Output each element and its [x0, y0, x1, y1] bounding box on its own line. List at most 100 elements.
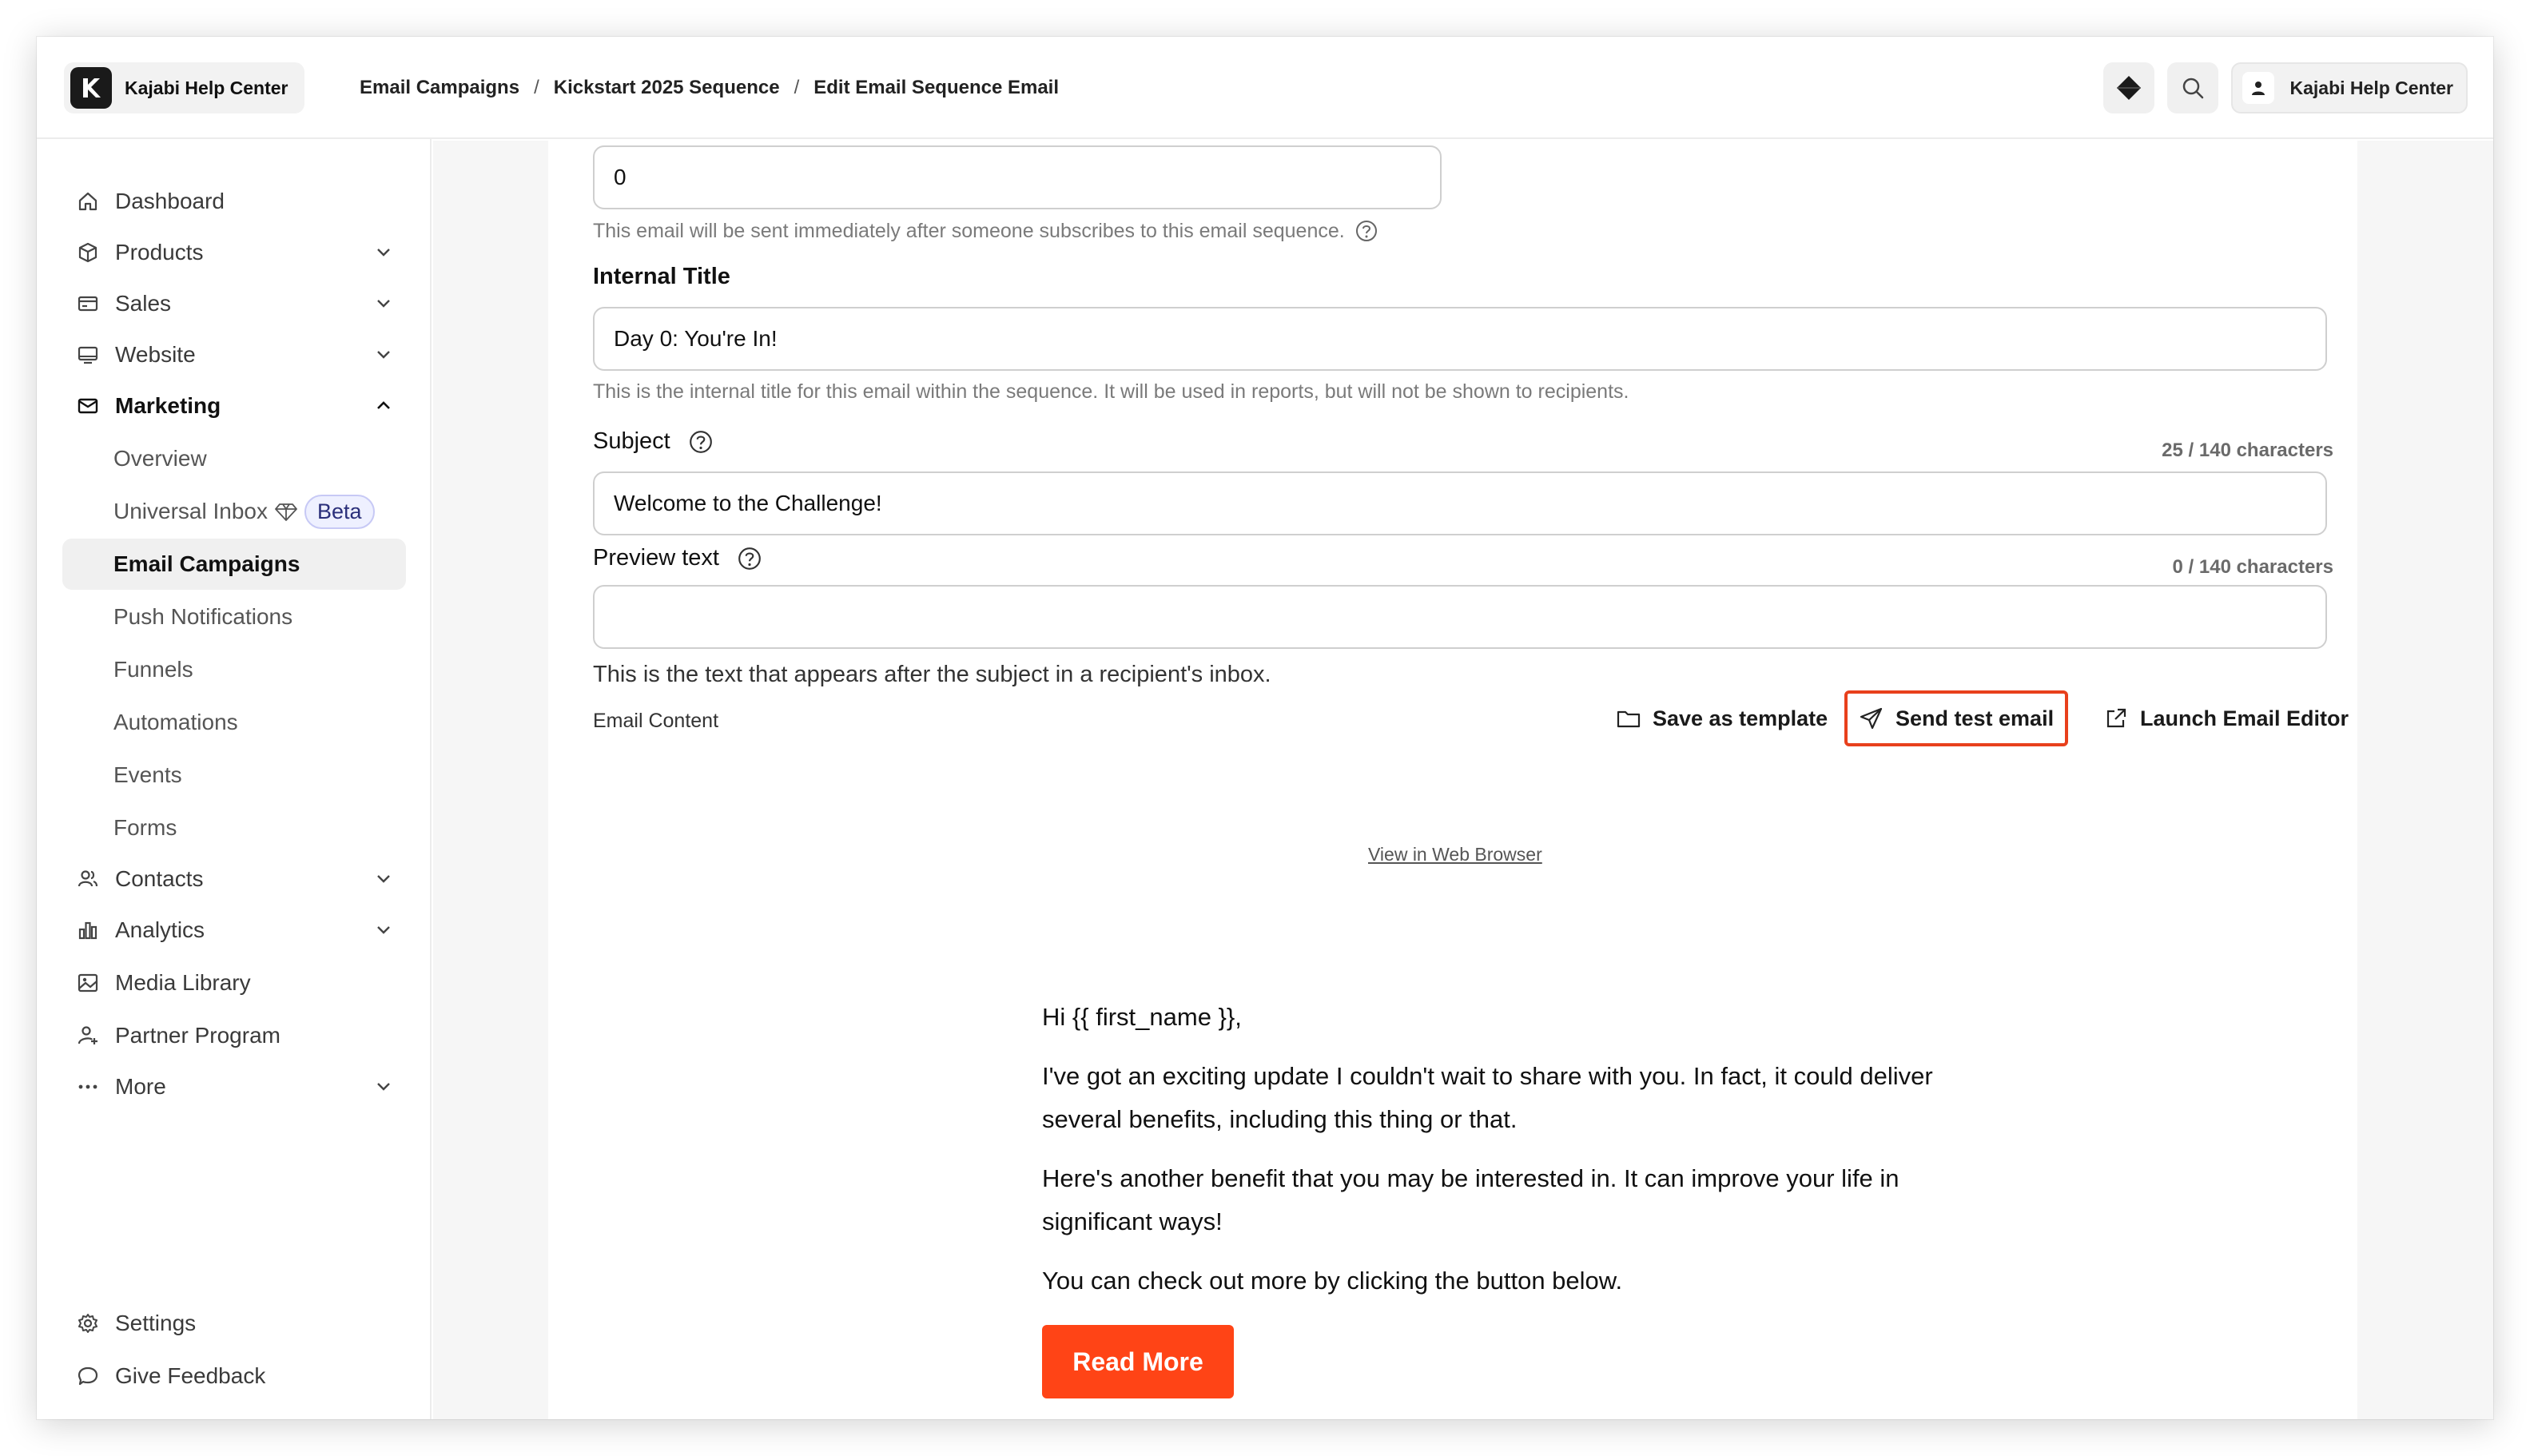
sidebar-item-sales[interactable]: Sales [62, 278, 406, 329]
email-greeting: Hi {{ first_name }}, [1042, 1003, 1242, 1031]
email-paragraph: I've got an exciting update I couldn't w… [1042, 1062, 1933, 1133]
user-avatar [2242, 72, 2274, 104]
chevron-up-icon [377, 401, 390, 409]
gem-icon [275, 503, 297, 521]
send-test-email-label: Send test email [1896, 706, 2055, 730]
user-icon [2251, 82, 2265, 95]
sidebar-item-label: Marketing [115, 393, 221, 418]
chevron-down-icon [377, 249, 390, 257]
sidebar-item-label: Analytics [115, 917, 205, 942]
folder-icon [1617, 710, 1641, 728]
upgrade-button[interactable] [2102, 62, 2154, 113]
sidebar-item-analytics[interactable]: Analytics [62, 905, 406, 956]
sidebar-item-products[interactable]: Products [62, 227, 406, 278]
chevron-down-icon [377, 926, 390, 934]
help-circle-icon[interactable] [688, 429, 714, 455]
account-name: Kajabi Help Center [2289, 77, 2454, 98]
sidebar-item-marketing[interactable]: Marketing [62, 380, 406, 432]
preview-label-row: Preview text [593, 545, 762, 571]
save-as-template-label: Save as template [1653, 706, 1828, 730]
email-paragraph: You can check out more by clicking the b… [1042, 1267, 1623, 1295]
search-button[interactable] [2166, 62, 2218, 113]
subject-char-counter: 25 / 140 characters [2162, 440, 2333, 461]
sidebar-item-website[interactable]: Website [62, 329, 406, 380]
sidebar-item-give-feedback[interactable]: Give Feedback [62, 1351, 406, 1402]
sidebar-item-label: Sales [115, 291, 172, 316]
delay-hint: This email will be sent immediately afte… [593, 219, 1378, 243]
sidebar-item-label: Partner Program [115, 1023, 280, 1048]
brand-switcher[interactable]: Kajabi Help Center [64, 62, 304, 113]
sidebar-subitem-events[interactable]: Events [62, 750, 406, 801]
help-circle-icon[interactable] [737, 546, 762, 571]
sidebar-item-label: Dashboard [115, 189, 225, 213]
subject-label: Subject [593, 428, 670, 454]
save-as-template-button[interactable]: Save as template [1616, 690, 1828, 746]
chevron-down-icon [377, 1083, 390, 1091]
help-circle-icon[interactable] [1355, 219, 1378, 243]
mail-icon [75, 393, 101, 419]
breadcrumb-email-campaigns[interactable]: Email Campaigns [360, 77, 519, 99]
internal-title-input[interactable]: Day 0: You're In! [593, 307, 2327, 371]
sidebar-subitem-forms[interactable]: Forms [62, 802, 406, 853]
sidebar-item-label: Products [115, 240, 204, 265]
chat-icon [75, 1363, 101, 1389]
sidebar-item-more[interactable]: More [62, 1061, 406, 1112]
view-in-web-browser-link[interactable]: View in Web Browser [1368, 844, 1542, 865]
sidebar-item-label: More [115, 1074, 166, 1099]
sidebar-item-contacts[interactable]: Contacts [62, 853, 406, 905]
email-content-label: Email Content [593, 710, 719, 732]
sidebar-item-label: Give Feedback [115, 1363, 266, 1388]
dots-icon [75, 1074, 101, 1100]
send-test-email-button[interactable]: Send test email [1844, 690, 2069, 746]
breadcrumb-separator: / [794, 77, 800, 98]
read-more-button[interactable]: Read More [1042, 1325, 1234, 1398]
internal-title-hint: This is the internal title for this emai… [593, 380, 1629, 403]
breadcrumb-separator: / [534, 77, 539, 98]
sidebar-item-media-library[interactable]: Media Library [62, 957, 406, 1008]
sidebar-item-label: Media Library [115, 970, 251, 995]
internal-title-label: Internal Title [593, 264, 730, 289]
sidebar-subitem-email-campaigns[interactable]: Email Campaigns [62, 539, 406, 590]
preview-text-input[interactable] [593, 585, 2327, 649]
sidebar-item-settings[interactable]: Settings [62, 1298, 406, 1349]
sidebar-subitem-universal-inbox[interactable]: Universal Inbox Beta [62, 486, 406, 537]
subject-input[interactable]: Welcome to the Challenge! [593, 471, 2327, 535]
sidebar-subitem-funnels[interactable]: Funnels [62, 644, 406, 695]
email-preview-body: Hi {{ first_name }}, I've got an excitin… [1042, 996, 1953, 1319]
top-right-controls: Kajabi Help Center [2102, 62, 2468, 113]
sidebar-subitem-overview[interactable]: Overview [62, 433, 406, 484]
top-bar: Kajabi Help Center Email Campaigns / Kic… [37, 37, 2493, 139]
chevron-down-icon [377, 351, 390, 359]
beta-badge: Beta [304, 494, 375, 529]
sidebar-item-partner-program[interactable]: Partner Program [62, 1010, 406, 1061]
send-icon [1860, 707, 1883, 730]
sidebar-subitem-automations[interactable]: Automations [62, 697, 406, 748]
chevron-down-icon [377, 875, 390, 883]
account-menu-button[interactable]: Kajabi Help Center [2230, 62, 2468, 113]
sidebar: Dashboard Products Sales Website Marketi… [37, 139, 432, 1419]
delay-hint-text: This email will be sent immediately afte… [593, 219, 1345, 242]
launch-email-editor-label: Launch Email Editor [2140, 706, 2349, 730]
sidebar-item-dashboard[interactable]: Dashboard [62, 176, 406, 227]
sidebar-item-label: Settings [115, 1311, 197, 1335]
breadcrumb-current: Edit Email Sequence Email [813, 77, 1060, 98]
chevron-down-icon [377, 300, 390, 308]
kajabi-logo-icon [70, 67, 112, 109]
users-icon [75, 866, 101, 892]
external-link-icon [2106, 708, 2126, 728]
partner-icon [75, 1023, 101, 1048]
image-icon [75, 970, 101, 996]
diamond-icon [2116, 76, 2141, 100]
search-icon [2182, 78, 2203, 99]
home-icon [75, 189, 101, 214]
preview-char-counter: 0 / 140 characters [2172, 556, 2333, 578]
preview-text-hint: This is the text that appears after the … [593, 662, 1271, 687]
launch-email-editor-button[interactable]: Launch Email Editor [2103, 690, 2349, 746]
breadcrumb-sequence[interactable]: Kickstart 2025 Sequence [554, 77, 780, 99]
delay-days-input[interactable]: 0 [593, 145, 1442, 209]
preview-text-label: Preview text [593, 545, 719, 571]
sidebar-subitem-push-notifications[interactable]: Push Notifications [62, 591, 406, 642]
monitor-icon [75, 342, 101, 368]
card-icon [75, 291, 101, 316]
brand-name: Kajabi Help Center [125, 77, 288, 98]
